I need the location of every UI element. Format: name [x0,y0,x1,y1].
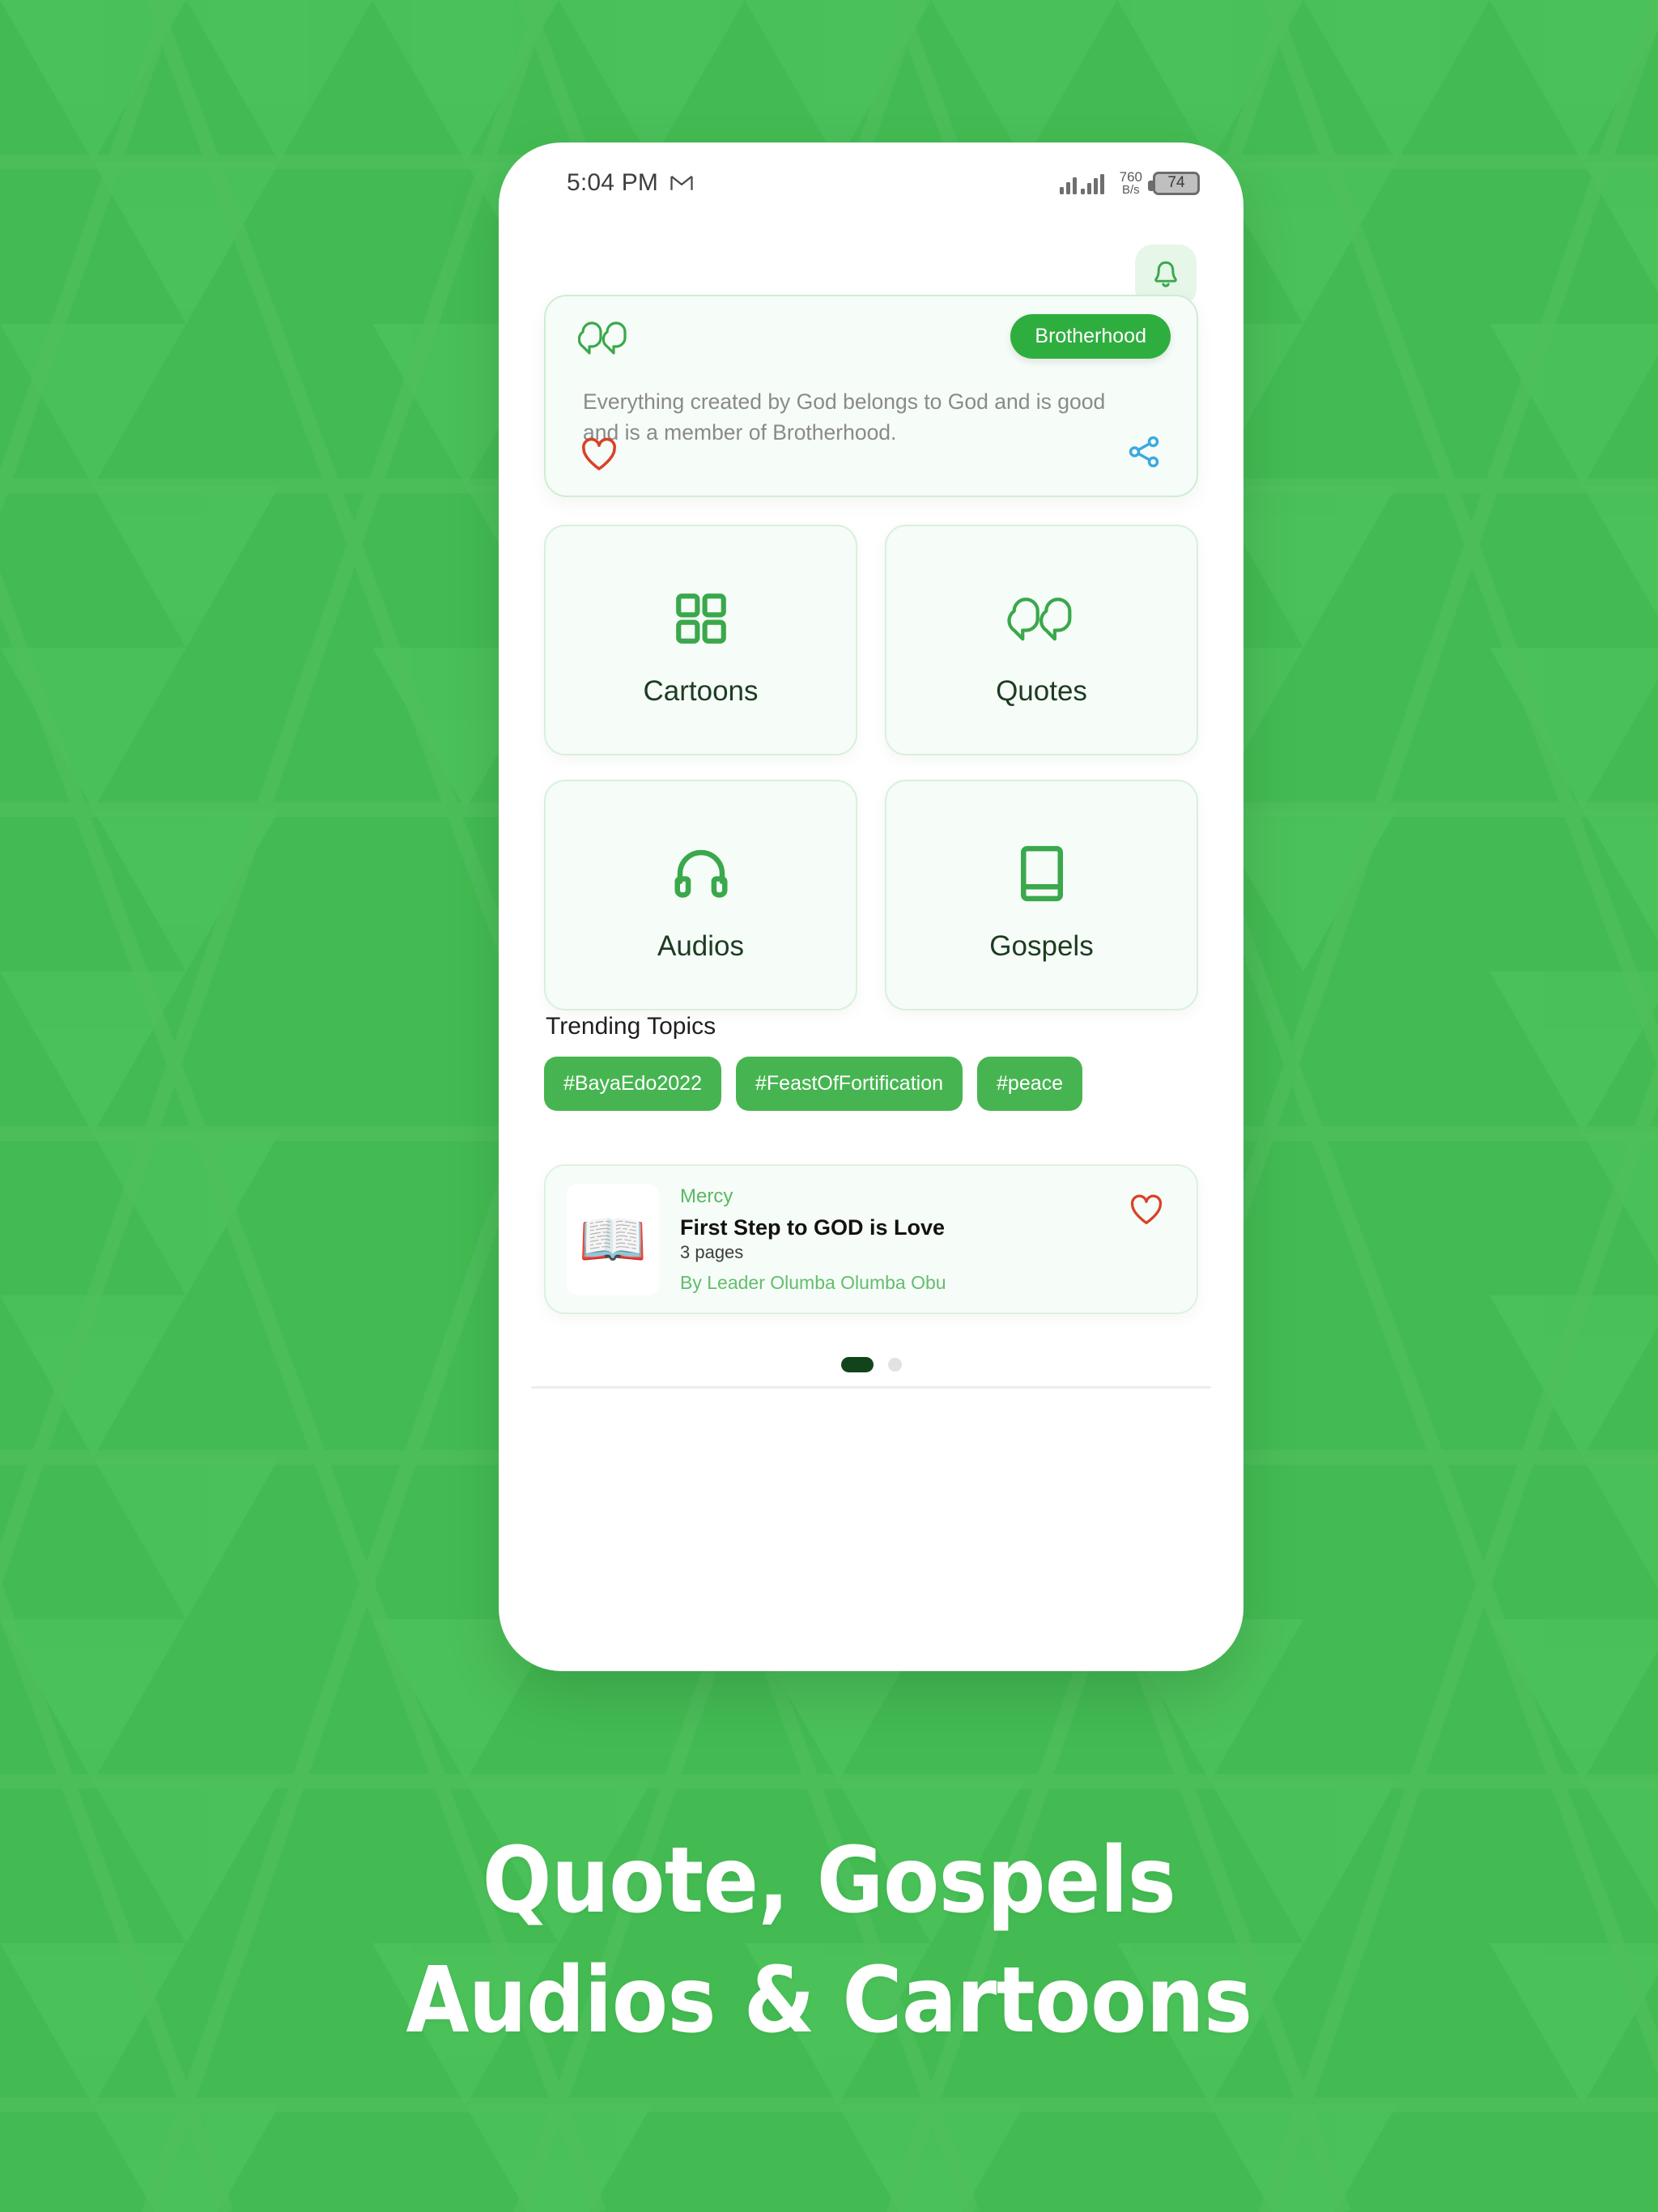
battery-level: 74 [1167,174,1185,191]
trending-topics-title: Trending Topics [546,1013,716,1040]
quote-like-button[interactable] [580,436,619,476]
page-indicator [499,1357,1244,1372]
gospel-title: First Step to GOD is Love [680,1214,946,1240]
phone-mockup: 5:04 PM 760 B/s 74 Brotherhood Everythin… [499,143,1244,1671]
network-speed: 760 B/s [1119,168,1142,198]
quote-share-button[interactable] [1125,433,1163,474]
book-icon [1014,828,1070,919]
open-book-icon: 📖 [567,1183,659,1295]
quote-text: Everything created by God belongs to God… [583,389,1106,445]
gmail-icon [670,175,693,190]
quote-marks-icon [1006,573,1077,664]
network-speed-unit: B/s [1121,183,1140,198]
status-bar-right: 760 B/s 74 [1059,168,1200,198]
bottom-divider [531,1386,1211,1389]
headline: Quote, Gospels Audios & Cartoons [0,1822,1658,2061]
status-time: 5:04 PM [567,169,659,196]
signal-bars-icon [1059,174,1104,194]
trending-chip[interactable]: #peace [977,1057,1083,1111]
status-bar-left: 5:04 PM [567,169,694,197]
network-speed-value: 760 [1119,168,1142,185]
headline-line-1: Quote, Gospels [482,1828,1176,1933]
gospel-page-count: 3 pages [680,1241,744,1262]
tile-gospels[interactable]: Gospels [885,780,1198,1010]
headphones-icon [670,828,733,919]
gospel-card[interactable]: 📖 Mercy First Step to GOD is Love 3 page… [544,1164,1198,1314]
gospel-author: By Leader Olumba Olumba Obu [680,1271,946,1293]
battery-indicator: 74 [1148,171,1200,195]
tile-audios-label: Audios [657,929,745,962]
page-dot[interactable] [887,1358,902,1372]
gospel-card-body: Mercy First Step to GOD is Love 3 pages … [680,1185,1129,1294]
headline-line-2: Audios & Cartoons [406,1947,1252,2053]
category-tiles-row-2: Audios Gospels [544,780,1198,1010]
tile-cartoons[interactable]: Cartoons [544,525,857,755]
status-bar: 5:04 PM 760 B/s 74 [499,143,1244,223]
trending-topics-chips: #BayaEdo2022 #FeastOfFortification #peac… [544,1057,1216,1111]
quote-card[interactable]: Brotherhood Everything created by God be… [544,295,1198,497]
tile-quotes[interactable]: Quotes [885,525,1198,755]
category-tiles-row-1: Cartoons Quotes [544,525,1198,755]
quote-category-badge[interactable]: Brotherhood [1010,314,1171,359]
tile-audios[interactable]: Audios [544,780,857,1010]
share-nodes-icon [1129,436,1159,468]
grid-squares-icon [671,573,731,664]
quote-card-icon-wrap [577,317,630,362]
tile-cartoons-label: Cartoons [643,674,759,707]
trending-chip[interactable]: #FeastOfFortification [735,1057,963,1111]
gospel-category: Mercy [680,1185,733,1207]
heart-outline-icon [1130,1194,1163,1224]
gospel-like-button[interactable] [1129,1193,1164,1230]
bell-icon [1154,261,1177,287]
tile-quotes-label: Quotes [996,674,1087,707]
category-tiles: Cartoons Quotes Audios Gospels [544,525,1198,1035]
page-dot-active[interactable] [840,1357,874,1372]
trending-chip[interactable]: #BayaEdo2022 [544,1057,721,1111]
tile-gospels-label: Gospels [989,929,1094,962]
heart-outline-icon [582,437,616,470]
quote-marks-icon [577,321,627,355]
